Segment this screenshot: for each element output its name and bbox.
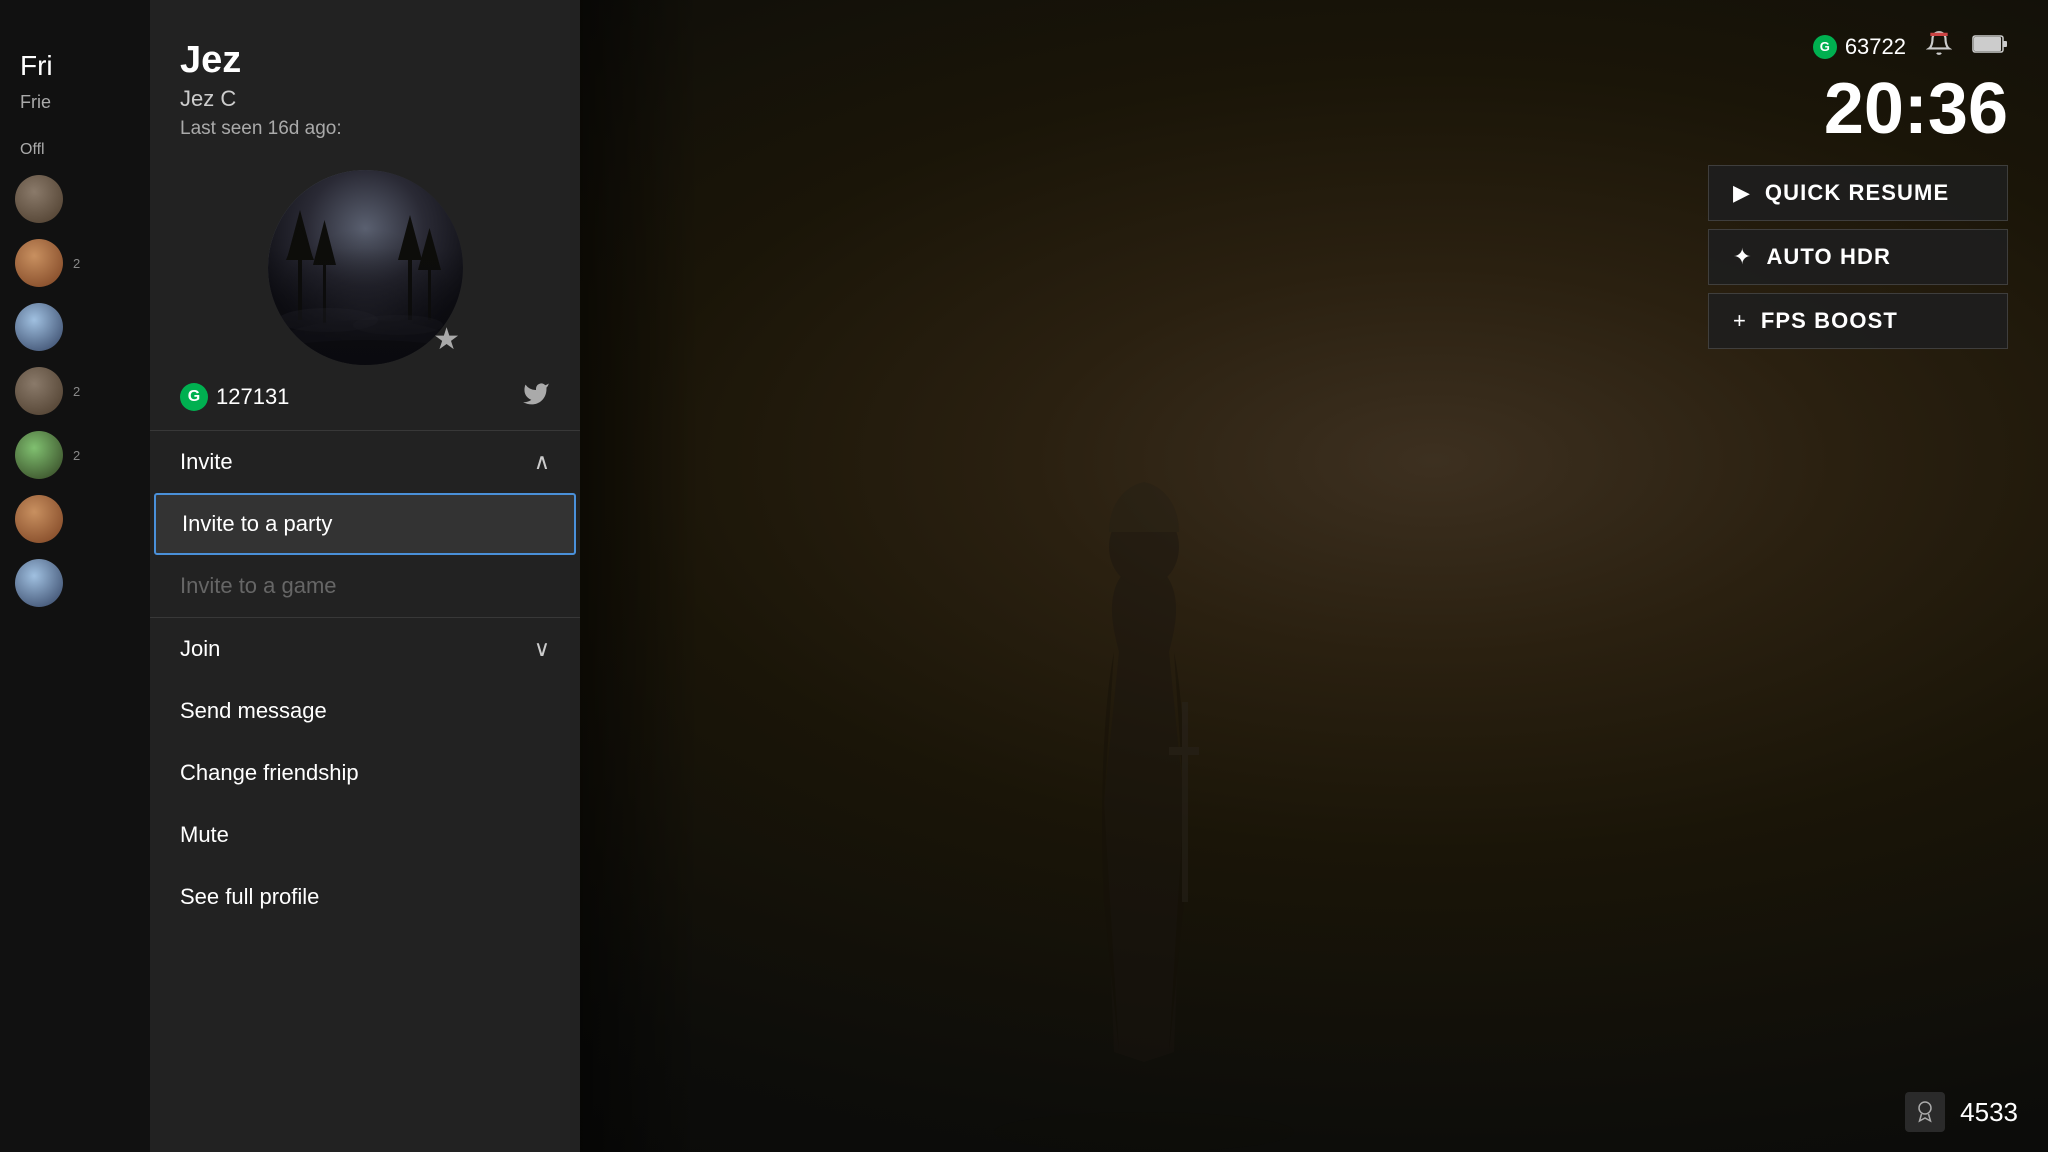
fps-boost-label: FPS BOOST bbox=[1761, 308, 1898, 334]
invite-section-header[interactable]: Invite ∧ bbox=[150, 430, 580, 493]
achievement-icon bbox=[1905, 1092, 1945, 1132]
gamerscore-value: 127131 bbox=[216, 384, 289, 410]
avatar bbox=[15, 495, 63, 543]
sidebar: Fri Frie Offl 2 2 2 bbox=[0, 0, 165, 1152]
avatar bbox=[15, 303, 63, 351]
mute-button[interactable]: Mute bbox=[150, 804, 580, 866]
fps-boost-button[interactable]: + FPS BOOST bbox=[1708, 293, 2008, 349]
avatar bbox=[15, 367, 63, 415]
list-item[interactable] bbox=[0, 295, 165, 359]
achievement-score: 4533 bbox=[1960, 1097, 2018, 1128]
quick-menu: ▶ QUICK RESUME ✦ AUTO HDR + FPS BOOST bbox=[1708, 165, 2008, 349]
invite-section-label: Invite bbox=[180, 449, 233, 475]
invite-to-game-button[interactable]: Invite to a game bbox=[150, 555, 580, 617]
menu-section: Invite ∧ Invite to a party Invite to a g… bbox=[150, 430, 580, 1152]
plus-icon: + bbox=[1733, 308, 1746, 334]
battery-icon bbox=[1972, 33, 2008, 61]
list-item[interactable]: 2 bbox=[0, 231, 165, 295]
profile-avatar-container: ★ bbox=[150, 160, 580, 375]
chevron-down-icon: ∨ bbox=[534, 636, 550, 662]
bottom-right-ui: 4533 bbox=[1905, 1092, 2018, 1132]
play-icon: ▶ bbox=[1733, 180, 1750, 206]
list-item[interactable] bbox=[0, 487, 165, 551]
avatar bbox=[15, 559, 63, 607]
character-silhouette bbox=[944, 452, 1344, 1152]
auto-hdr-label: AUTO HDR bbox=[1766, 244, 1891, 270]
avatar bbox=[15, 431, 63, 479]
sidebar-subtitle: Frie bbox=[0, 92, 165, 133]
gamerscore-display: G 127131 bbox=[180, 383, 289, 411]
hdr-icon: ✦ bbox=[1733, 244, 1751, 270]
quick-resume-label: QUICK RESUME bbox=[1765, 180, 1949, 206]
profile-name: Jez bbox=[180, 40, 550, 82]
avatar bbox=[15, 239, 63, 287]
profile-header: Jez Jez C Last seen 16d ago: bbox=[150, 0, 580, 160]
join-section-label: Join bbox=[180, 636, 220, 662]
join-section-header[interactable]: Join ∨ bbox=[150, 617, 580, 680]
profile-panel: Jez Jez C Last seen 16d ago: bbox=[150, 0, 580, 1152]
sidebar-title: Fri bbox=[0, 50, 165, 92]
profile-stats: G 127131 bbox=[150, 375, 580, 430]
g-icon: G bbox=[1813, 35, 1837, 59]
list-item[interactable]: 2 bbox=[0, 359, 165, 423]
clock-display: 20:36 bbox=[1824, 73, 2008, 145]
offline-label: Offl bbox=[0, 133, 165, 167]
profile-lastseen: Last seen 16d ago: bbox=[180, 118, 550, 140]
auto-hdr-button[interactable]: ✦ AUTO HDR bbox=[1708, 229, 2008, 285]
avatar bbox=[15, 175, 63, 223]
notifications-icon[interactable] bbox=[1926, 30, 1952, 63]
gamerscore-icon: G bbox=[180, 383, 208, 411]
gamerscore-number: 63722 bbox=[1845, 34, 1906, 60]
change-friendship-button[interactable]: Change friendship bbox=[150, 742, 580, 804]
profile-gamertag: Jez C bbox=[180, 86, 550, 112]
chevron-up-icon: ∧ bbox=[534, 449, 550, 475]
see-full-profile-button[interactable]: See full profile bbox=[150, 866, 580, 928]
list-item[interactable]: 2 bbox=[0, 423, 165, 487]
invite-to-party-button[interactable]: Invite to a party bbox=[154, 493, 576, 555]
list-item[interactable] bbox=[0, 551, 165, 615]
list-item[interactable] bbox=[0, 167, 165, 231]
top-right-ui: G 63722 20:36 ▶ QUICK RESUME ✦ AUTO HD bbox=[1708, 30, 2008, 349]
twitter-icon[interactable] bbox=[522, 380, 550, 415]
user-gamerscore: G 63722 bbox=[1813, 34, 1906, 60]
status-bar: G 63722 bbox=[1813, 30, 2008, 63]
send-message-button[interactable]: Send message bbox=[150, 680, 580, 742]
favorite-star-icon[interactable]: ★ bbox=[433, 322, 460, 357]
quick-resume-button[interactable]: ▶ QUICK RESUME bbox=[1708, 165, 2008, 221]
